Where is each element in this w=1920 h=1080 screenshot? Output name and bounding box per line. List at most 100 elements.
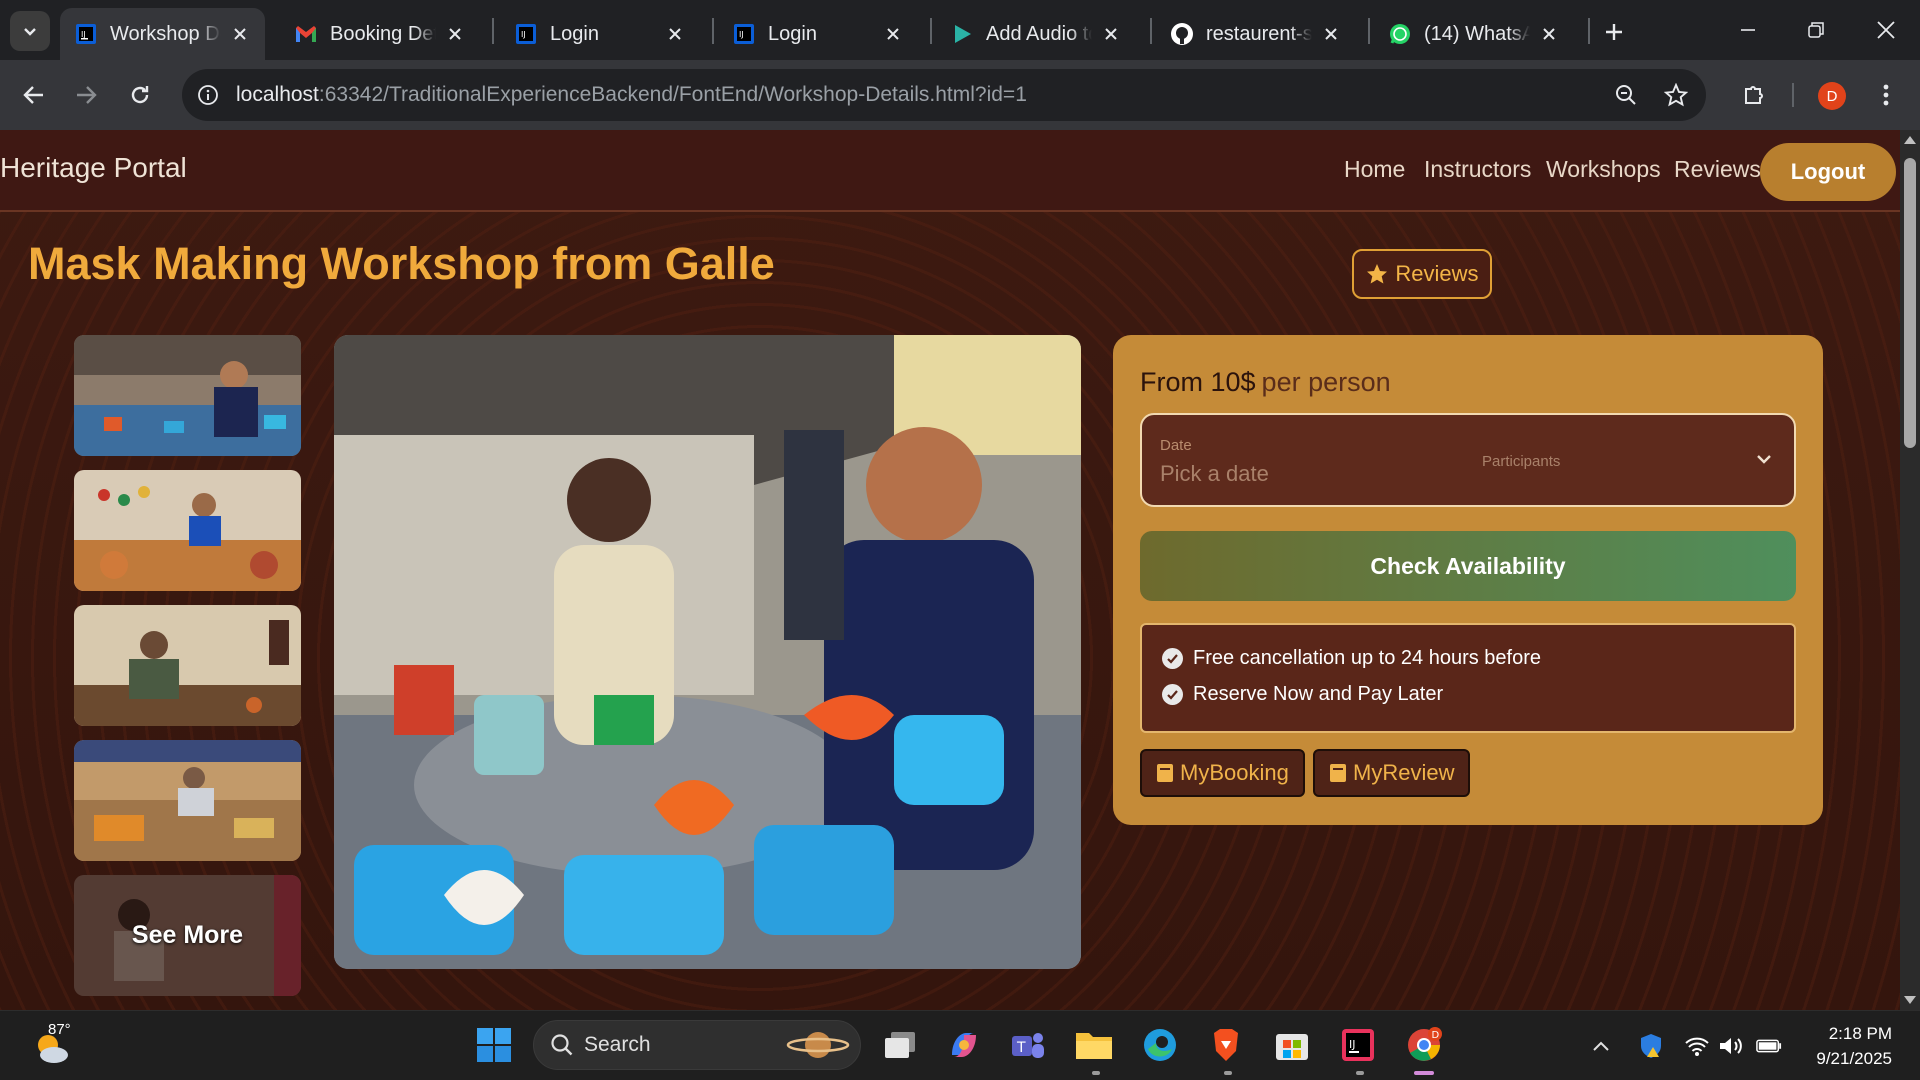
close-icon[interactable] <box>1100 23 1122 45</box>
close-icon[interactable] <box>229 23 251 45</box>
gallery-thumbnail-4[interactable] <box>74 740 301 861</box>
scroll-up-icon[interactable] <box>1904 136 1916 144</box>
restore-button[interactable] <box>1788 8 1844 52</box>
nav-link-instructors[interactable]: Instructors <box>1424 156 1531 183</box>
copilot-icon <box>952 1033 976 1057</box>
check-availability-button[interactable]: Check Availability <box>1140 531 1796 601</box>
brave-app[interactable] <box>1204 1023 1248 1067</box>
clock-date: 9/21/2025 <box>1816 1049 1892 1068</box>
menu-button[interactable] <box>1866 75 1906 115</box>
arrow-right-icon <box>77 86 97 104</box>
brave-lion-icon <box>1214 1029 1238 1061</box>
close-icon <box>1877 21 1895 39</box>
tab-separator <box>492 18 494 44</box>
close-icon[interactable] <box>444 23 466 45</box>
extensions-button[interactable] <box>1734 75 1774 115</box>
profile-avatar[interactable]: D <box>1818 82 1846 110</box>
search-icon <box>551 1034 573 1056</box>
close-icon[interactable] <box>1320 23 1342 45</box>
teams-icon: T <box>1012 1033 1044 1058</box>
reload-button[interactable] <box>120 75 160 115</box>
bookmark-star-icon[interactable] <box>1656 75 1696 115</box>
nav-link-home[interactable]: Home <box>1344 156 1405 183</box>
address-bar[interactable]: localhost:63342/TraditionalExperienceBac… <box>182 69 1706 121</box>
nav-link-reviews[interactable]: Reviews <box>1674 156 1761 183</box>
see-more-label[interactable]: See More <box>74 875 301 996</box>
wifi-tray-icon[interactable] <box>1684 1033 1710 1059</box>
file-explorer-app[interactable] <box>1072 1023 1116 1067</box>
price-text: From 10$ per person <box>1140 367 1391 398</box>
page-scrollbar[interactable] <box>1900 130 1920 1010</box>
tab-title: Login <box>550 22 599 45</box>
chevron-down-icon[interactable] <box>1754 449 1774 469</box>
tab-title: (14) WhatsApp <box>1424 22 1530 45</box>
browser-toolbar: localhost:63342/TraditionalExperienceBac… <box>0 60 1920 130</box>
new-tab-button[interactable] <box>1596 14 1632 50</box>
participants-select[interactable]: Participants <box>1482 453 1560 470</box>
edge-app[interactable] <box>1138 1023 1182 1067</box>
close-window-button[interactable] <box>1858 8 1914 52</box>
url-path: :63342/TraditionalExperienceBackend/Font… <box>318 83 1027 106</box>
browser-tab-audio[interactable]: Add Audio to <box>936 8 1136 60</box>
zoom-icon[interactable] <box>1606 75 1646 115</box>
gallery-thumbnail-see-more[interactable]: See More <box>74 875 301 996</box>
windows-logo-icon <box>477 1028 511 1062</box>
date-input[interactable]: Pick a date <box>1160 461 1269 487</box>
browser-tab-login-2[interactable]: IJ Login <box>718 8 918 60</box>
logout-button[interactable]: Logout <box>1760 143 1896 201</box>
my-booking-button[interactable]: MyBooking <box>1140 749 1305 797</box>
nav-link-workshops[interactable]: Workshops <box>1546 156 1661 183</box>
browser-tab-github[interactable]: restaurent-spring <box>1156 8 1356 60</box>
task-view-button[interactable] <box>878 1023 922 1067</box>
date-label: Date <box>1160 437 1192 454</box>
scroll-down-icon[interactable] <box>1904 996 1916 1004</box>
browser-tab-login-1[interactable]: IJ Login <box>500 8 700 60</box>
tab-search-button[interactable] <box>10 11 50 51</box>
start-button[interactable] <box>472 1023 516 1067</box>
check-circle-icon <box>1162 684 1183 705</box>
svg-text:T: T <box>1016 1040 1026 1056</box>
my-review-button[interactable]: MyReview <box>1313 749 1471 797</box>
browser-tab-whatsapp[interactable]: (14) WhatsApp <box>1374 8 1574 60</box>
intellij-icon: IJ <box>514 22 538 46</box>
wifi-icon <box>1685 1037 1709 1056</box>
reload-icon <box>131 86 149 104</box>
running-indicator <box>1224 1071 1232 1075</box>
minimize-icon <box>1741 29 1755 31</box>
scrollbar-thumb[interactable] <box>1904 158 1916 448</box>
chrome-app[interactable]: D <box>1402 1023 1446 1067</box>
volume-tray-icon[interactable] <box>1718 1033 1744 1059</box>
gallery-thumbnail-3[interactable] <box>74 605 301 726</box>
close-icon[interactable] <box>664 23 686 45</box>
tray-overflow-button[interactable] <box>1588 1033 1614 1059</box>
gallery-thumbnail-2[interactable] <box>74 470 301 591</box>
tab-separator <box>1588 18 1590 44</box>
system-clock[interactable]: 2:18 PM 9/21/2025 <box>1800 1021 1892 1071</box>
battery-tray-icon[interactable] <box>1756 1033 1782 1059</box>
microsoft-store-app[interactable] <box>1270 1023 1314 1067</box>
reviews-button[interactable]: Reviews <box>1352 249 1492 299</box>
close-icon[interactable] <box>882 23 904 45</box>
close-icon[interactable] <box>1538 23 1560 45</box>
workshop-title: Mask Making Workshop from Galle <box>28 238 775 289</box>
security-tray-icon[interactable] <box>1638 1033 1664 1059</box>
copilot-app[interactable] <box>942 1023 986 1067</box>
tab-strip: IJ Workshop Details Booking Details IJ L… <box>0 0 1920 60</box>
date-participants-picker[interactable]: Date Pick a date Participants <box>1140 413 1796 507</box>
site-brand[interactable]: Heritage Portal <box>0 152 187 184</box>
check-circle-icon <box>1162 648 1183 669</box>
gallery-thumbnail-1[interactable] <box>74 335 301 456</box>
back-button[interactable] <box>14 75 54 115</box>
browser-tab-workshop[interactable]: IJ Workshop Details <box>60 8 265 60</box>
play-icon <box>950 22 974 46</box>
minimize-button[interactable] <box>1720 8 1776 52</box>
taskbar-search[interactable]: Search <box>533 1020 861 1070</box>
running-indicator <box>1092 1071 1100 1075</box>
saturn-icon <box>786 1032 850 1058</box>
site-info-icon[interactable] <box>188 75 228 115</box>
teams-app[interactable]: T <box>1006 1023 1050 1067</box>
forward-button[interactable] <box>66 75 106 115</box>
intellij-app[interactable]: IJ <box>1336 1023 1380 1067</box>
tab-separator <box>712 18 714 44</box>
browser-tab-gmail[interactable]: Booking Details <box>280 8 480 60</box>
